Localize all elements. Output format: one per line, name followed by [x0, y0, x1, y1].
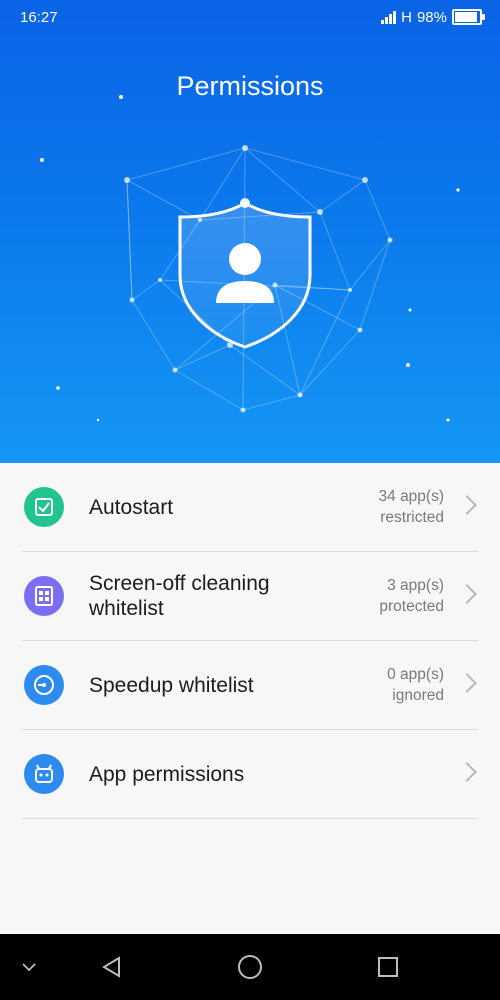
speedometer-icon: [24, 665, 64, 705]
list-item-value: 3 app(s) protected: [379, 552, 444, 640]
network-type: H: [401, 8, 412, 26]
signal-icon: [381, 10, 397, 24]
chevron-right-icon: [457, 673, 477, 693]
navigation-bar: [0, 934, 500, 1000]
list-item-value: 0 app(s) ignored: [387, 641, 444, 729]
list-item-screen-off-cleaning-whitelist[interactable]: Screen-off cleaning whitelist 3 app(s) p…: [22, 552, 478, 641]
recents-square-icon[interactable]: [368, 934, 408, 1000]
checkbox-icon: [24, 487, 64, 527]
list-item-label: Autostart: [89, 495, 174, 519]
android-robot-icon: [24, 754, 64, 794]
list-item-label: App permissions: [89, 762, 245, 786]
list-item-speedup-whitelist[interactable]: Speedup whitelist 0 app(s) ignored: [22, 641, 478, 730]
settings-list: Autostart 34 app(s) restricted Screen-of…: [0, 463, 500, 819]
list-item-value: 34 app(s) restricted: [379, 463, 444, 551]
value-status: ignored: [392, 687, 444, 704]
value-status: restricted: [380, 509, 444, 526]
status-indicators: H 98%: [381, 8, 485, 26]
back-triangle-icon[interactable]: [92, 934, 132, 1000]
battery-icon: [452, 9, 485, 25]
list-item-label: Speedup whitelist: [89, 673, 254, 697]
header-banner: 16:27 H 98% Permissions: [0, 0, 500, 463]
home-circle-icon[interactable]: [230, 934, 270, 1000]
list-item-autostart[interactable]: Autostart 34 app(s) restricted: [22, 463, 478, 552]
value-status: protected: [379, 598, 444, 615]
chevron-right-icon: [457, 762, 477, 782]
value-count: 0 app(s): [387, 666, 444, 683]
status-bar: 16:27 H 98%: [0, 0, 500, 34]
list-item-label: Screen-off cleaning whitelist: [89, 572, 270, 620]
chevron-down-icon[interactable]: [14, 934, 44, 1000]
cleaning-icon: [24, 576, 64, 616]
battery-percent: 98%: [416, 8, 447, 26]
status-time: 16:27: [20, 9, 58, 26]
value-count: 34 app(s): [378, 488, 444, 505]
page-title: Permissions: [176, 71, 324, 101]
shield-user-icon: [178, 198, 312, 349]
chevron-right-icon: [457, 584, 477, 604]
chevron-right-icon: [457, 495, 477, 515]
list-item-app-permissions[interactable]: App permissions: [22, 730, 478, 819]
value-count: 3 app(s): [387, 577, 444, 594]
